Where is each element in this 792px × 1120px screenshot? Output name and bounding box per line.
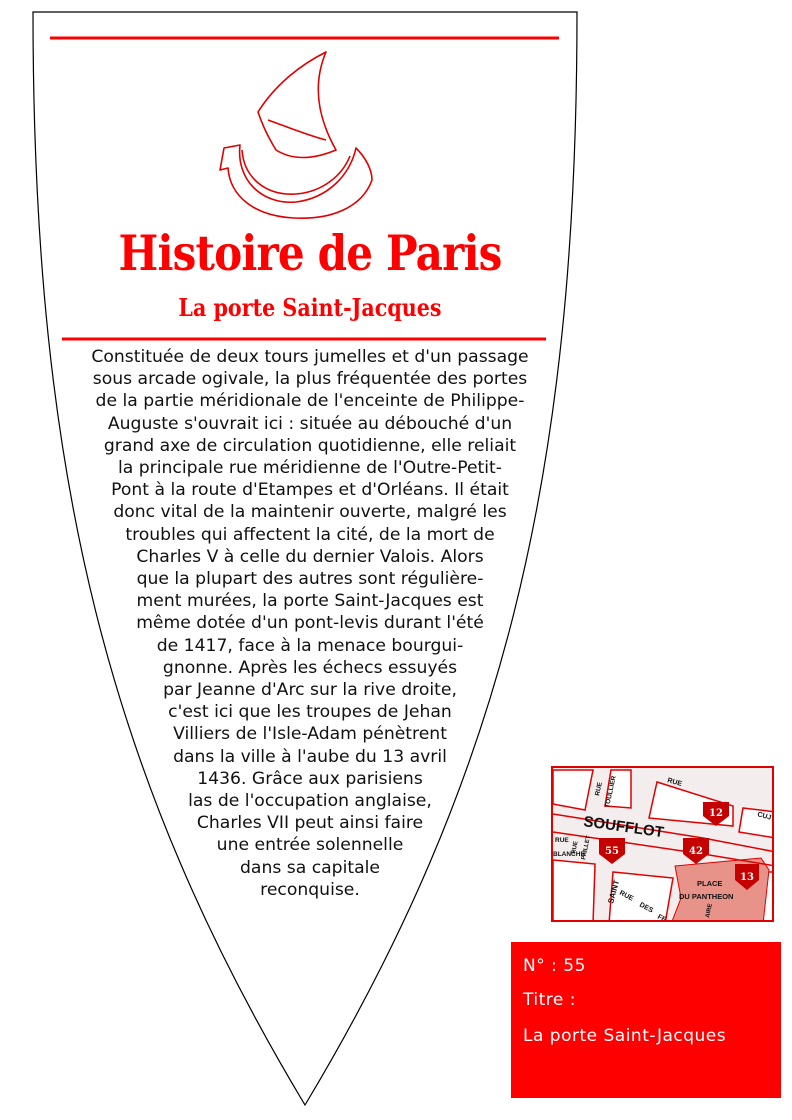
plaque-title-value: La porte Saint-Jacques: [523, 1026, 727, 1046]
text-line: Pont à la route d'Etampes et d'Orléans. …: [111, 480, 509, 501]
text-line: Charles V à celle du dernier Valois. Alo…: [136, 546, 484, 567]
place-label: PLACE: [697, 879, 722, 888]
text-line: grand axe de circulation quotidienne, el…: [103, 435, 517, 456]
text-line: sous arcade ogivale, la plus fréquentée …: [92, 369, 528, 390]
text-line: de la partie méridionale de l'enceinte d…: [95, 391, 525, 412]
text-line: troubles qui affectent la cité, de la mo…: [125, 524, 495, 545]
text-line: Constituée de deux tours jumelles et d'u…: [91, 347, 529, 367]
svg-text:12: 12: [709, 808, 723, 819]
place-label: DU PANTHEON: [679, 892, 733, 901]
text-line: dans la ville à l'aube du 13 avril: [173, 746, 447, 767]
text-line: ment murées, la porte Saint-Jacques est: [136, 591, 484, 612]
svg-text:42: 42: [689, 846, 703, 857]
plaque-text: Constituée de deux tours jumelles et d'u…: [40, 346, 580, 901]
text-line: la principale rue méridienne de l'Outre-…: [118, 458, 502, 479]
map-marker-42: 42: [683, 838, 709, 864]
text-line: Villiers de l'Isle-Adam pénètrent: [173, 724, 447, 745]
street-label: RUE: [594, 781, 604, 797]
street-label: RUE: [555, 837, 569, 844]
svg-text:13: 13: [740, 872, 754, 883]
text-line: reconquise.: [260, 879, 360, 900]
svg-text:55: 55: [605, 846, 619, 857]
map-block: [738, 807, 772, 839]
text-line: c'est ici que les troupes de Jehan: [168, 702, 452, 723]
street-label: PAILLET: [581, 835, 592, 861]
text-line: même dotée d'un pont-levis durant l'été: [136, 613, 484, 634]
map-drawing: SOUFFLOT RUE RUE TOULLIER CUJ RUE BLANCH…: [553, 769, 772, 920]
text-line: donc vital de la maintenir ouverte, malg…: [113, 502, 507, 523]
page-subtitle: La porte Saint-Jacques: [178, 293, 442, 322]
map-marker-55: 55: [599, 838, 625, 864]
plaque-title-label: Titre :: [523, 990, 576, 1010]
text-line: une entrée solennelle: [216, 835, 404, 856]
map-block: [553, 859, 596, 920]
text-line: par Jeanne d'Arc sur la rive droite,: [163, 680, 457, 701]
location-map: SOUFFLOT RUE RUE TOULLIER CUJ RUE BLANCH…: [551, 766, 774, 922]
page-title: Histoire de Paris: [118, 224, 503, 282]
map-block: [608, 871, 674, 920]
text-line: que la plupart des autres sont régulière…: [136, 569, 484, 590]
text-line: Auguste s'ouvrait ici : située au débouc…: [107, 413, 513, 434]
map-block: [553, 769, 594, 811]
plaque-info-box: N° : 55 Titre : La porte Saint-Jacques: [511, 942, 781, 1098]
text-line: dans sa capitale: [240, 857, 380, 878]
text-line: las de l'occupation anglaise,: [188, 791, 432, 812]
text-line: de 1417, face à la menace bourgui-: [156, 635, 464, 656]
text-line: 1436. Grâce aux parisiens: [197, 768, 423, 789]
text-line: Charles VII peut ainsi faire: [196, 813, 424, 834]
text-line: gnonne. Après les échecs essuyés: [162, 657, 458, 678]
plaque-number: N° : 55: [523, 956, 586, 976]
